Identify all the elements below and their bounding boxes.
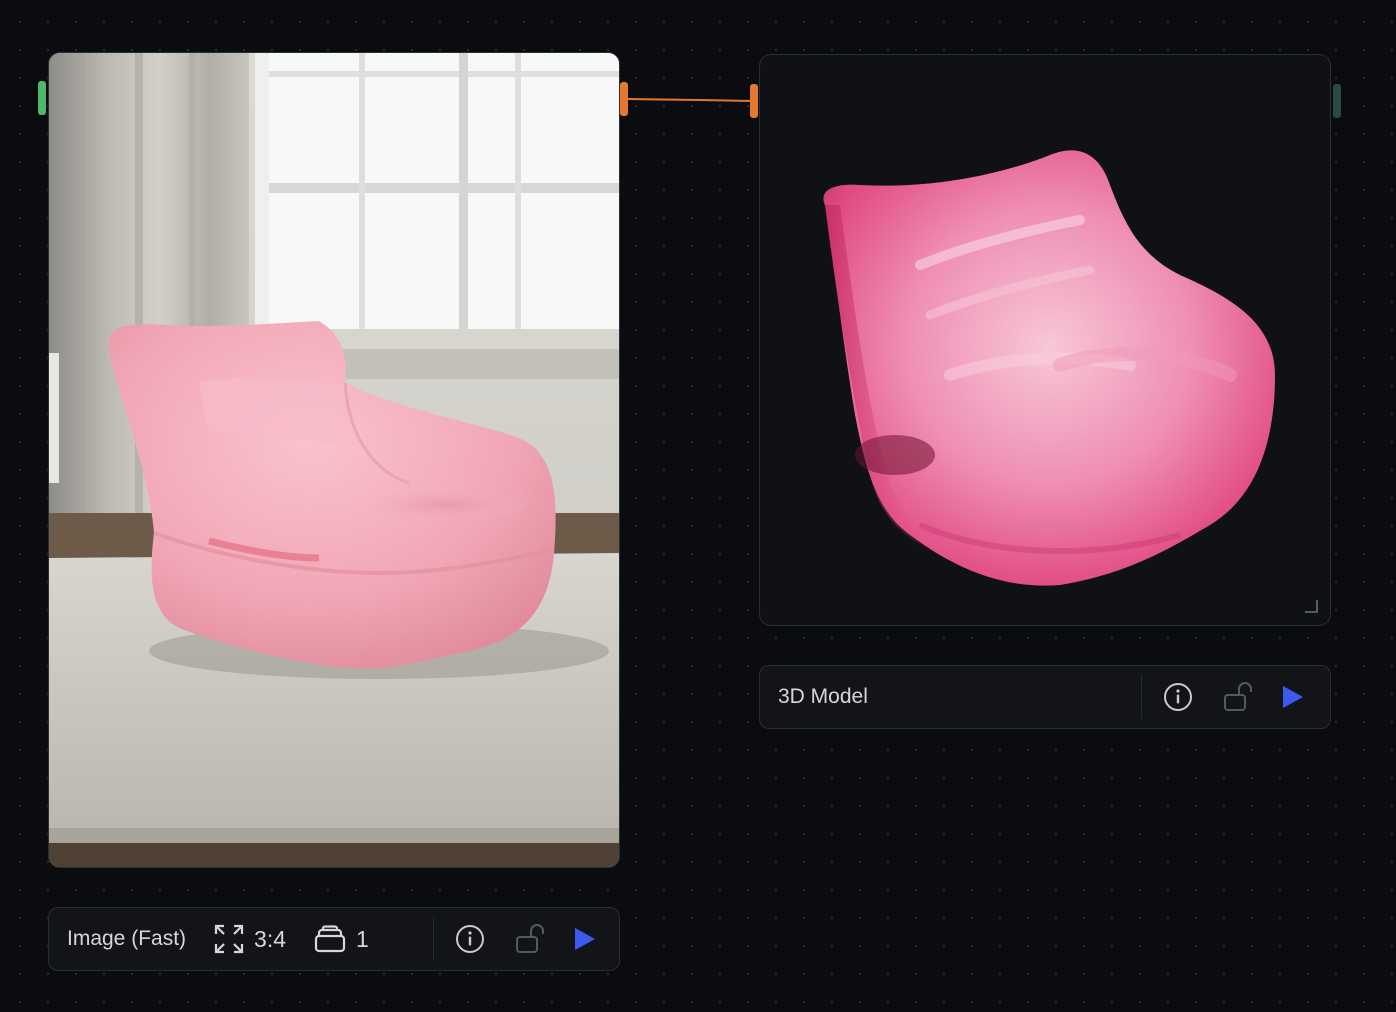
image-count-value: 1 <box>356 925 369 952</box>
model-node-preview[interactable] <box>759 54 1331 626</box>
resize-icon[interactable] <box>1304 599 1318 613</box>
image-node-input-port[interactable] <box>38 81 46 115</box>
generated-chair-photo <box>49 53 619 867</box>
play-icon <box>1283 686 1303 708</box>
image-node-preview[interactable] <box>48 52 620 868</box>
info-icon <box>455 925 484 953</box>
model-node-input-port[interactable] <box>750 84 758 118</box>
toolbar-divider <box>1141 675 1142 719</box>
model-node-title: 3D Model <box>778 685 868 708</box>
layers-icon <box>314 925 346 953</box>
image-lock-button[interactable] <box>512 919 552 959</box>
model-node-toolbar: 3D Model <box>759 665 1331 729</box>
3d-chair-render <box>823 150 1275 586</box>
image-info-button[interactable] <box>450 919 490 959</box>
info-icon <box>1164 683 1192 711</box>
model-node-output-port[interactable] <box>1333 84 1341 118</box>
aspect-ratio-value: 3:4 <box>254 925 287 952</box>
unlock-icon <box>515 924 544 953</box>
image-node-title: Image (Fast) <box>67 927 187 950</box>
aspect-ratio-control[interactable]: 3:4 <box>214 924 286 954</box>
toolbar-divider <box>432 917 434 961</box>
node-canvas[interactable]: 3D Model Image (Fast) 3:4 1 <box>0 0 1396 1012</box>
model-lock-button[interactable] <box>1220 677 1260 717</box>
play-icon <box>574 928 595 950</box>
unlock-icon <box>1224 682 1252 711</box>
model-run-button[interactable] <box>1272 677 1312 717</box>
expand-icon <box>214 924 244 954</box>
image-run-button[interactable] <box>564 919 604 959</box>
image-count-control[interactable]: 1 <box>314 925 369 953</box>
model-info-button[interactable] <box>1158 677 1198 717</box>
image-node-output-port[interactable] <box>620 82 628 116</box>
image-node-toolbar: Image (Fast) 3:4 1 <box>48 907 620 971</box>
